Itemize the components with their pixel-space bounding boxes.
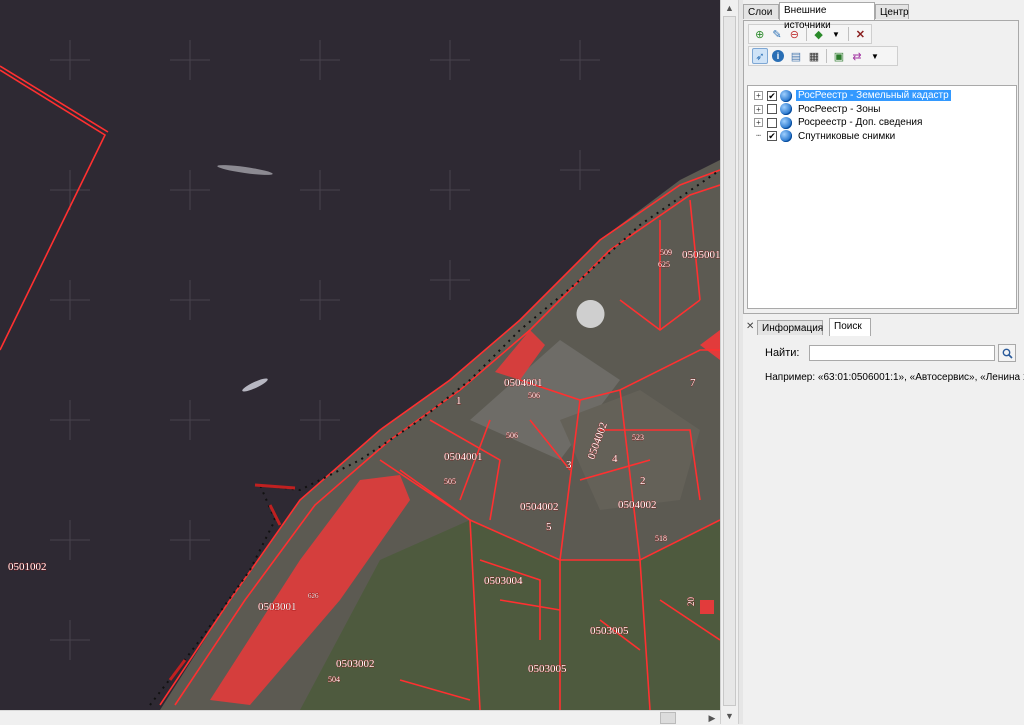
scroll-thumb[interactable] bbox=[660, 712, 676, 724]
map-view[interactable]: 0501002 0503001 0503002 504 0504001 0504… bbox=[0, 0, 720, 710]
sources-tree: + ✔ РосРеестр - Земельный кадастр + РосР… bbox=[747, 85, 1017, 309]
tree-item-label[interactable]: Росреестр - Доп. сведения bbox=[796, 117, 924, 128]
satellite-map[interactable]: 0501002 0503001 0503002 504 0504001 0504… bbox=[0, 0, 720, 710]
search-button[interactable] bbox=[998, 344, 1017, 362]
parcel-label: 5 bbox=[546, 521, 552, 533]
tab-center[interactable]: Центр bbox=[875, 4, 909, 19]
horizontal-scrollbar[interactable]: ▶ bbox=[0, 710, 720, 725]
search-input[interactable] bbox=[809, 345, 996, 361]
refresh-icon[interactable]: ⇄ bbox=[849, 48, 865, 64]
globe-icon bbox=[780, 89, 792, 102]
external-sources-pane: ⊕ ✎ ⊖ ◆ ▼ ✕ ➶ i ▤ ▦ ▣ ⇄ ▼ + ✔ РосРеестр … bbox=[743, 20, 1019, 314]
tree-connector: ┄ bbox=[756, 130, 761, 140]
parcel-label: 506 bbox=[528, 391, 540, 400]
parcel-label: 518 bbox=[655, 534, 667, 543]
monitor-icon[interactable]: ▣ bbox=[831, 48, 847, 64]
parcel-label: 20 bbox=[686, 597, 696, 607]
tree-item-satellite[interactable]: ┄ ✔ Спутниковые снимки bbox=[748, 130, 1016, 143]
parcel-label: 523 bbox=[632, 433, 644, 442]
map-tools-toolbar: ➶ i ▤ ▦ ▣ ⇄ ▼ bbox=[748, 46, 898, 66]
legend-icon[interactable]: ▤ bbox=[788, 48, 804, 64]
parcel-label: 0503001 bbox=[258, 601, 297, 613]
parcel-label: 7 bbox=[690, 377, 696, 389]
tab-search[interactable]: Поиск bbox=[829, 318, 871, 336]
parcel-label: 509 bbox=[660, 248, 672, 257]
find-row: Найти: bbox=[765, 344, 1017, 362]
tab-layers[interactable]: Слои bbox=[743, 4, 779, 19]
find-label: Найти: bbox=[765, 347, 800, 359]
parcel-label: 0503002 bbox=[336, 658, 375, 670]
tree-item-additional-info[interactable]: + Росреестр - Доп. сведения bbox=[748, 116, 1016, 129]
layer-checkbox[interactable] bbox=[767, 104, 777, 114]
parcel-label: 0504001 bbox=[444, 451, 483, 463]
parcel-label: 1 bbox=[456, 395, 462, 407]
parcel-label: 0504002 bbox=[520, 501, 559, 513]
tree-item-label[interactable]: РосРеестр - Земельный кадастр bbox=[796, 90, 951, 101]
toolbar-separator bbox=[826, 49, 827, 63]
tree-item-land-cadastre[interactable]: + ✔ РосРеестр - Земельный кадастр bbox=[748, 89, 1016, 102]
film-icon[interactable]: ▦ bbox=[806, 48, 822, 64]
tree-item-label[interactable]: РосРеестр - Зоны bbox=[796, 104, 883, 115]
scroll-up-arrow[interactable]: ▲ bbox=[721, 1, 738, 15]
edit-layer-icon[interactable]: ✎ bbox=[769, 26, 784, 42]
search-pane: Найти: Например: «63:01:0506001:1», «Авт… bbox=[743, 336, 1024, 724]
select-tool-icon[interactable]: ➶ bbox=[752, 48, 768, 64]
globe-icon bbox=[780, 116, 792, 129]
parcel-label: 505 bbox=[444, 477, 456, 486]
toolbar-separator bbox=[847, 27, 849, 41]
parcel-label: 0504002 bbox=[618, 499, 657, 511]
info-tool-icon[interactable]: i bbox=[770, 48, 786, 64]
tree-item-zones[interactable]: + РосРеестр - Зоны bbox=[748, 103, 1016, 116]
vertical-scrollbar[interactable]: ▲ ▼ bbox=[720, 0, 738, 724]
parcel-label: 4 bbox=[612, 453, 618, 465]
parcel-red-square[interactable] bbox=[700, 600, 714, 614]
scroll-right-arrow[interactable]: ▶ bbox=[706, 712, 718, 724]
parcel-label: 2 bbox=[640, 475, 646, 487]
tab-external-sources[interactable]: Внешние источники bbox=[779, 2, 875, 31]
expand-icon[interactable]: + bbox=[754, 91, 763, 100]
globe-icon bbox=[780, 130, 792, 142]
globe-icon bbox=[780, 103, 792, 115]
parcel-label: 0501002 bbox=[8, 561, 47, 573]
close-panel-icon[interactable]: ✕ bbox=[746, 321, 754, 332]
expand-icon[interactable]: + bbox=[754, 118, 763, 127]
tree-item-label[interactable]: Спутниковые снимки bbox=[796, 131, 897, 142]
parcel-label: 0503005 bbox=[528, 663, 567, 675]
side-panel: Слои Внешние источники Центр ⊕ ✎ ⊖ ◆ ▼ ✕… bbox=[743, 0, 1024, 724]
parcel-label: 506 bbox=[506, 431, 518, 440]
parcel-label: 504 bbox=[328, 675, 340, 684]
expand-icon[interactable]: + bbox=[754, 104, 763, 114]
chevron-down-icon[interactable]: ▼ bbox=[867, 48, 883, 64]
parcel-label: 3 bbox=[566, 459, 572, 471]
parcel-label: 625 bbox=[658, 260, 670, 269]
search-example: Например: «63:01:0506001:1», «Автосервис… bbox=[765, 372, 1024, 383]
layer-checkbox[interactable]: ✔ bbox=[767, 131, 777, 141]
parcel-label: 0503005 bbox=[590, 625, 629, 637]
parcel-label: 0503004 bbox=[484, 575, 523, 587]
layer-checkbox[interactable]: ✔ bbox=[767, 90, 777, 101]
parcel-label: 0505001 bbox=[682, 249, 720, 261]
layer-checkbox[interactable] bbox=[767, 117, 777, 128]
tank bbox=[576, 300, 605, 328]
search-icon bbox=[1002, 348, 1013, 359]
tab-information[interactable]: Информация bbox=[757, 320, 823, 335]
scroll-thumb[interactable] bbox=[723, 16, 736, 706]
scroll-down-arrow[interactable]: ▼ bbox=[721, 709, 738, 723]
add-layer-icon[interactable]: ⊕ bbox=[752, 26, 767, 42]
parcel-label: 626 bbox=[308, 592, 319, 600]
parcel-label: 0504001 bbox=[504, 377, 543, 389]
delete-icon[interactable]: ✕ bbox=[853, 26, 868, 42]
